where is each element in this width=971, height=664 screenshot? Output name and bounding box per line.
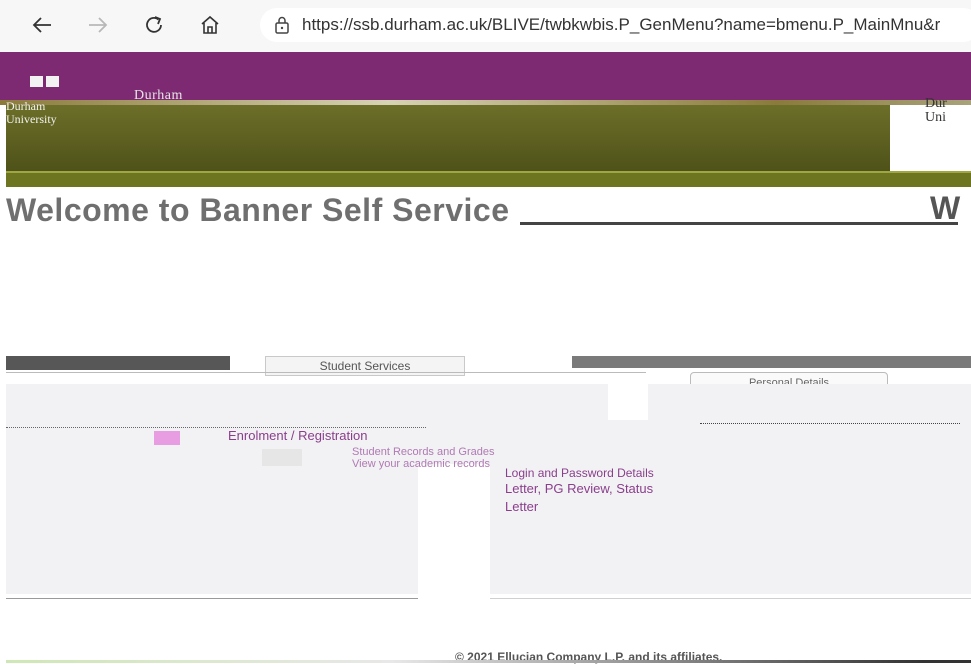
logo-text-line2: University (6, 112, 57, 126)
submenu-marker (262, 449, 302, 466)
content-notch (608, 384, 648, 420)
university-logo-left[interactable]: Durham University (6, 100, 66, 126)
arrow-left-icon (32, 17, 51, 33)
menu-separator-right (700, 423, 960, 424)
title-underline (520, 222, 958, 225)
tab-underline (6, 372, 646, 373)
tab-bar-left (6, 356, 230, 370)
university-logo-right[interactable]: Dur Uni (925, 97, 947, 125)
university-logo-center[interactable]: Durham (134, 88, 183, 104)
menu-bullet (154, 431, 180, 445)
page-title: Welcome to Banner Self Service (6, 192, 510, 228)
address-bar[interactable]: https://ssb.durham.ac.uk/BLIVE/twbkwbis.… (260, 8, 971, 42)
page-title-fragment: W (930, 190, 961, 226)
content-bottom-rule-right (490, 598, 971, 599)
content-bottom-rule (6, 598, 418, 599)
university-banner (6, 105, 890, 171)
link-records[interactable]: Student Records and Grades (352, 446, 494, 458)
back-button[interactable] (28, 11, 56, 39)
logo-right-line2: Uni (925, 110, 946, 125)
link-letter[interactable]: Letter (505, 499, 538, 514)
link-records-description: View your academic records (352, 458, 490, 470)
reload-icon (146, 16, 162, 33)
link-login-details[interactable]: Login and Password Details (505, 466, 654, 480)
home-icon (201, 15, 219, 34)
url-text[interactable]: https://ssb.durham.ac.uk/BLIVE/twbkwbis.… (302, 15, 940, 35)
link-registration[interactable]: Enrolment / Registration (228, 428, 367, 443)
home-button[interactable] (196, 11, 224, 39)
logo-right-line1: Dur (925, 96, 947, 111)
arrow-right-icon (89, 17, 108, 33)
column-gap (418, 464, 490, 664)
browser-toolbar: https://ssb.durham.ac.uk/BLIVE/twbkwbis.… (0, 0, 971, 53)
forward-button[interactable] (84, 11, 112, 39)
lock-icon[interactable] (272, 15, 292, 35)
reload-button[interactable] (140, 11, 168, 39)
banner-bottom-bar (6, 171, 971, 187)
tab-bar-right (572, 356, 971, 368)
menu-icon[interactable] (30, 76, 59, 87)
footer-rule (6, 660, 971, 663)
tab-student-services[interactable]: Student Services (265, 356, 465, 376)
link-status-letter[interactable]: Letter, PG Review, Status (505, 481, 653, 496)
